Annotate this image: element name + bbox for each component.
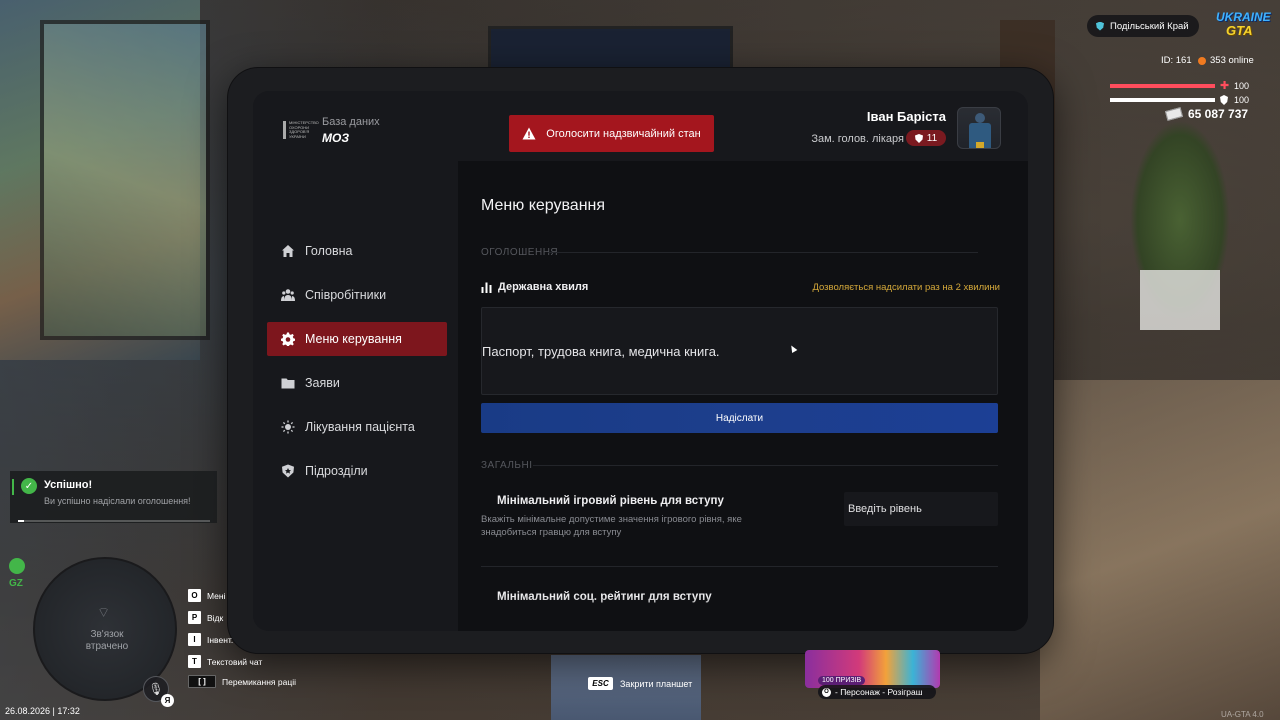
success-notification: ✓ Успішно! Ви успішно надіслали оголошен… — [10, 471, 217, 523]
main-panel: Меню керування ОГОЛОШЕННЯ Державна хвиля… — [458, 161, 1028, 631]
db-label: База даних — [322, 116, 380, 128]
sidebar-item-employees[interactable]: Співробітники — [267, 278, 447, 312]
people-icon — [281, 289, 295, 301]
rate-limit-note: Дозволяється надсилати раз на 2 хвилини — [812, 282, 1000, 293]
background-pot — [1140, 270, 1220, 330]
server-badge: Подільський Край — [1087, 15, 1199, 37]
health-icon: ✚ — [1220, 80, 1230, 92]
home-icon — [282, 245, 294, 257]
health-bar — [1110, 84, 1215, 88]
rank-shield-icon — [914, 133, 923, 143]
send-button[interactable]: Надіслати — [481, 403, 998, 433]
health-bar-fill — [1110, 84, 1215, 88]
divider — [533, 465, 998, 466]
declare-emergency-button[interactable]: Оголосити надзвичайний стан — [509, 115, 714, 152]
tablet: МІНІСТЕРСТВО ОХОРОНИ ЗДОРОВ'Я УКРАЇНИ Ба… — [228, 68, 1053, 653]
datetime: 26.08.2026 | 17:32 — [5, 706, 80, 716]
money-display: 65 087 737 — [1164, 107, 1249, 121]
bar-chart-icon — [481, 282, 492, 293]
sun-icon — [281, 420, 295, 434]
avatar — [957, 107, 1001, 149]
announcement-textarea[interactable]: Паспорт, трудова книга, медична книга. — [481, 307, 998, 395]
gear-icon — [281, 332, 295, 346]
min-level-input[interactable] — [844, 492, 998, 526]
sidebar-item-applications[interactable]: Заяви — [267, 366, 447, 400]
green-zone-label: GZ — [9, 578, 23, 589]
declare-emergency-label: Оголосити надзвичайний стан — [546, 127, 701, 140]
min-level-title: Мінімальний ігровий рівень для вступу — [497, 495, 724, 507]
voice-badge: Я — [161, 694, 174, 707]
server-name: Подільський Край — [1110, 20, 1189, 32]
sidebar-item-patient-treatment[interactable]: Лікування пацієнта — [267, 410, 447, 444]
money-icon — [1164, 107, 1184, 121]
close-tablet-label: Закрити планшет — [620, 678, 693, 689]
state-wave-title: Державна хвиля — [498, 281, 589, 293]
sidebar-item-label: Співробітники — [305, 288, 387, 302]
check-icon: ✓ — [21, 478, 37, 494]
keybind-open: P Відк — [188, 611, 223, 624]
keybind-radio-switch: [ ] Перемикання раціі — [188, 675, 296, 688]
connection-lost-text: Зв'язок втрачено — [85, 629, 129, 652]
warning-icon — [522, 127, 536, 140]
user-name: Іван Баріста — [866, 109, 946, 124]
page-title: Меню керування — [481, 197, 606, 214]
sidebar-item-label: Лікування пацієнта — [305, 420, 415, 434]
no-signal-icon: ⌔ — [97, 604, 111, 620]
online-icon — [1198, 56, 1206, 65]
sidebar: МІНІСТЕРСТВО ОХОРОНИ ЗДОРОВ'Я УКРАЇНИ Ба… — [253, 91, 458, 631]
keybind-text-chat: T Текстовий чат — [188, 655, 262, 668]
rank-badge: 11 — [906, 130, 946, 146]
rank-value: 11 — [926, 132, 938, 144]
promo-badge: 100 ПРИЗІВ — [818, 676, 866, 685]
sidebar-item-label: Підрозділи — [305, 464, 368, 478]
background-painting-frame — [40, 20, 210, 340]
scroll-fade — [458, 596, 1028, 631]
armor-value: 100 — [1234, 95, 1250, 105]
server-shield-icon — [1096, 21, 1104, 31]
keybind-menu: O Мені — [188, 589, 226, 602]
sidebar-item-label: Головна — [305, 244, 353, 258]
notification-text: Ви успішно надіслали оголошення! — [44, 496, 191, 506]
sidebar-item-divisions[interactable]: Підрозділи — [267, 454, 447, 488]
armor-bar-fill — [1110, 98, 1215, 102]
background-picture — [488, 26, 733, 71]
shield-icon — [282, 464, 294, 478]
announcements-header: ОГОЛОШЕННЯ — [481, 247, 559, 258]
user-role: Зам. голов. лікаря — [811, 133, 904, 145]
announcement-text: Паспорт, трудова книга, медична книга. — [482, 344, 720, 359]
divider — [548, 252, 978, 253]
sidebar-item-control-menu[interactable]: Меню керування — [267, 322, 447, 356]
folder-icon — [281, 378, 295, 389]
close-tablet-hint: ESC Закрити планшет — [588, 677, 692, 690]
tablet-screen: МІНІСТЕРСТВО ОХОРОНИ ЗДОРОВ'Я УКРАЇНИ Ба… — [253, 91, 1028, 631]
db-name: МОЗ — [322, 131, 350, 145]
ministry-logo: МІНІСТЕРСТВО ОХОРОНИ ЗДОРОВ'Я УКРАЇНИ — [283, 120, 319, 139]
armor-bar — [1110, 98, 1215, 102]
online-count: 353 online — [1198, 55, 1254, 66]
version-label: UA-GTA 4.0 — [1221, 710, 1264, 719]
online-label: 353 online — [1210, 55, 1254, 66]
player-id: ID: 161 — [1161, 55, 1192, 66]
sidebar-item-home[interactable]: Головна — [267, 234, 447, 268]
keybind-inventory: I Інвент. — [188, 633, 233, 646]
money-value: 65 087 737 — [1188, 107, 1249, 121]
notification-title: Успішно! — [44, 479, 93, 491]
sidebar-item-label: Заяви — [305, 376, 340, 390]
promo-hint: O- Персонаж - Розіграш — [818, 685, 936, 699]
state-wave-heading: Державна хвиля — [481, 281, 588, 293]
sidebar-item-label: Меню керування — [305, 332, 402, 346]
general-header: ЗАГАЛЬНІ — [481, 460, 533, 471]
notification-timer — [18, 520, 210, 522]
green-zone-icon — [9, 558, 25, 574]
esc-key: ESC — [588, 677, 613, 690]
game-logo: UKRAINE GTA — [1216, 10, 1271, 38]
min-level-description: Вкажіть мінімальне допустиме значення іг… — [481, 514, 742, 538]
divider — [481, 566, 998, 567]
health-value: 100 — [1234, 81, 1250, 91]
background-floor — [1040, 380, 1280, 720]
